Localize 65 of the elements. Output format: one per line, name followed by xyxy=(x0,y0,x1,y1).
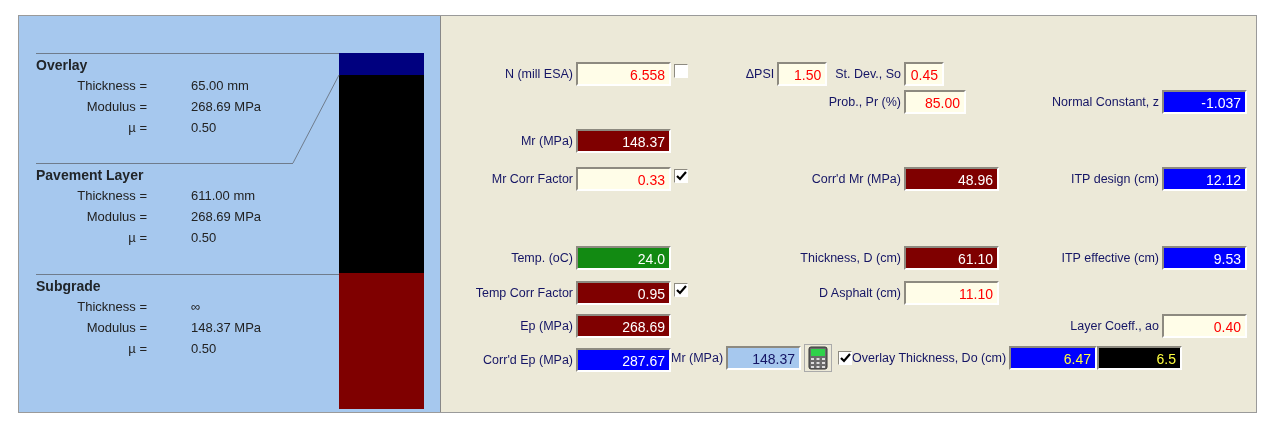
field-label: Layer Coeff., ao xyxy=(1069,318,1160,335)
value-field: 148.37 xyxy=(576,129,671,153)
field-label: Mr Corr Factor xyxy=(490,171,574,188)
property-value: 0.50 xyxy=(190,229,217,247)
value-field: 287.67 xyxy=(576,348,671,372)
checkbox[interactable] xyxy=(674,283,688,297)
value-field[interactable]: 0.33 xyxy=(576,167,671,191)
property-value: 0.50 xyxy=(190,340,217,358)
field-label: Corr'd Ep (MPa) xyxy=(482,352,574,369)
property-label: Modulus = xyxy=(85,208,148,226)
checkbox[interactable] xyxy=(674,64,688,78)
value-field: 148.37 xyxy=(726,346,802,370)
field-label: Corr'd Mr (MPa) xyxy=(811,171,902,188)
field-label: ITP effective (cm) xyxy=(1060,250,1160,267)
property-label: Modulus = xyxy=(85,319,148,337)
field-label: Prob., Pr (%) xyxy=(828,94,902,111)
property-value: 0.50 xyxy=(190,119,217,137)
field-label: ΔPSI xyxy=(745,66,776,83)
property-label: Modulus = xyxy=(85,98,148,116)
property-value: 268.69 MPa xyxy=(190,208,262,226)
value-field: -1.037 xyxy=(1162,90,1247,114)
value-field: 48.96 xyxy=(904,167,999,191)
value-field: 9.53 xyxy=(1162,246,1247,270)
property-value: 148.37 MPa xyxy=(190,319,262,337)
property-value: 611.00 mm xyxy=(190,187,256,205)
property-value: ∞ xyxy=(190,298,201,316)
value-field[interactable]: 1.50 xyxy=(777,62,828,86)
field-label: Thickness, D (cm) xyxy=(800,250,902,267)
calculator-icon[interactable] xyxy=(804,344,833,372)
checkbox[interactable] xyxy=(838,351,853,365)
value-field[interactable]: 0.45 xyxy=(904,62,944,86)
field-label: Mr (MPa) xyxy=(519,133,574,150)
property-label: Thickness = xyxy=(76,77,148,95)
layer-title: Overlay xyxy=(36,56,89,75)
value-field: 268.69 xyxy=(576,314,671,338)
layer-title: Subgrade xyxy=(36,277,102,296)
value-field: 61.10 xyxy=(904,246,999,270)
property-value: 268.69 MPa xyxy=(190,98,262,116)
value-field[interactable]: 85.00 xyxy=(904,90,966,114)
value-field: 6.5 xyxy=(1097,346,1183,370)
field-label: Temp. (oC) xyxy=(510,250,574,267)
field-label: St. Dev., So xyxy=(835,66,902,83)
property-label: µ = xyxy=(127,340,148,358)
property-label: µ = xyxy=(127,119,148,137)
value-field[interactable]: 11.10 xyxy=(904,281,999,305)
field-label: Mr (MPa) xyxy=(671,350,725,367)
property-label: µ = xyxy=(127,229,148,247)
field-label: D Asphalt (cm) xyxy=(819,285,902,302)
field-label: N (mill ESA) xyxy=(503,66,574,83)
value-field: 12.12 xyxy=(1162,167,1247,191)
value-field[interactable]: 0.40 xyxy=(1162,314,1247,338)
value-field[interactable]: 6.558 xyxy=(576,62,671,86)
property-label: Thickness = xyxy=(76,187,148,205)
field-label: Temp Corr Factor xyxy=(474,285,574,302)
checkbox[interactable] xyxy=(674,169,688,183)
field-label: Normal Constant, z xyxy=(1051,94,1160,111)
field-label: ITP design (cm) xyxy=(1070,171,1160,188)
layer-title: Pavement Layer xyxy=(36,166,145,185)
property-label: Thickness = xyxy=(76,298,148,316)
field-label: Overlay Thickness, Do (cm) xyxy=(852,350,1008,367)
value-field: 24.0 xyxy=(576,246,671,270)
value-field: 6.47 xyxy=(1009,346,1098,370)
property-value: 65.00 mm xyxy=(190,77,249,95)
field-label: Ep (MPa) xyxy=(519,318,574,335)
value-field: 0.95 xyxy=(576,281,671,305)
